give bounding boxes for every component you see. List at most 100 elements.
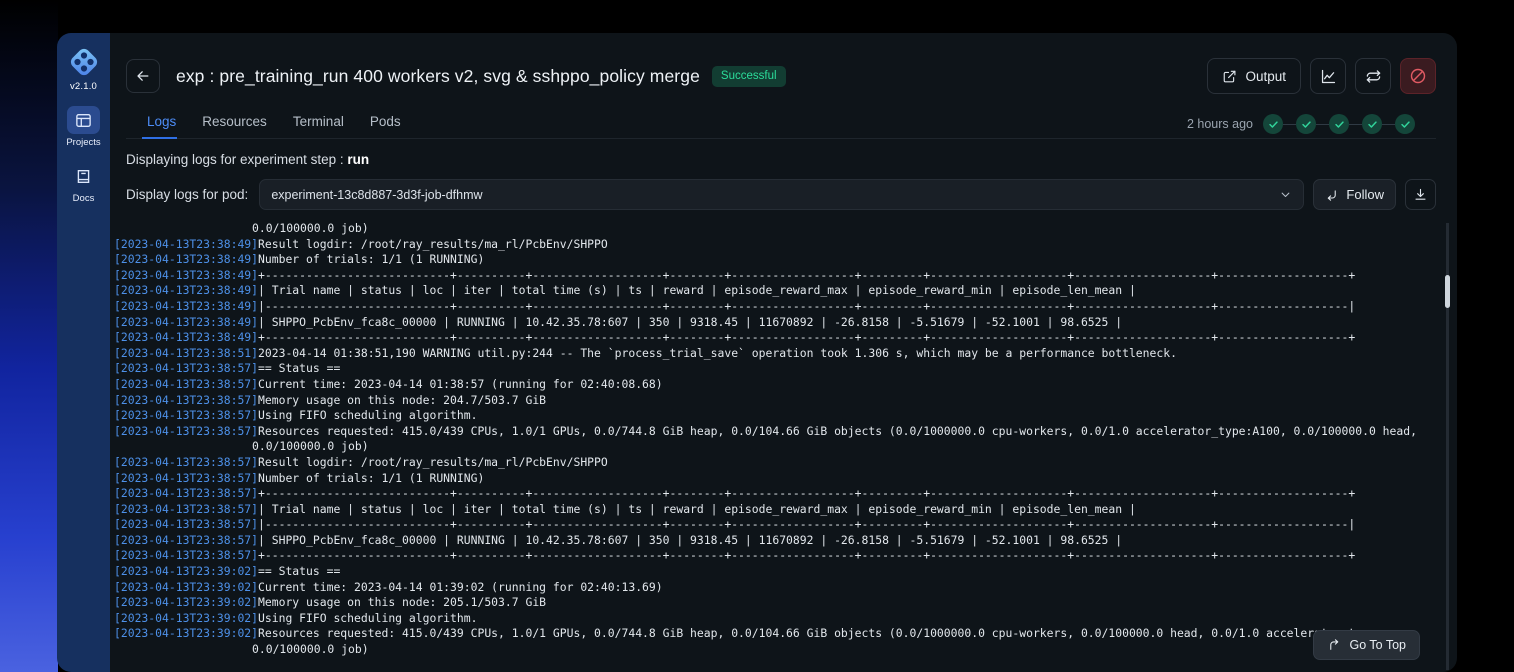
log-message: | Trial name | status | loc | iter | tot… [258,283,1136,298]
log-message: |---------------------------+----------+… [258,517,1356,532]
stop-button[interactable] [1400,58,1436,94]
sidebar-item-projects-label: Projects [66,137,101,148]
log-scrollbar-thumb[interactable] [1445,275,1450,308]
app-logo: v2.1.0 [68,46,100,92]
diamond-cluster-logo-icon [70,48,97,76]
log-message: Number of trials: 1/1 (1 RUNNING) [258,470,485,485]
log-timestamp: [2023-04-13T23:38:49] [114,298,259,313]
log-line: [2023-04-13T23:38:57] Current time: 2023-… [110,377,1443,393]
tab-bar: Logs Resources Terminal Pods 2 hours ago [126,101,1436,139]
check-icon [1301,120,1311,128]
download-logs-button[interactable] [1405,179,1436,210]
back-button[interactable] [126,59,160,93]
log-line: [2023-04-13T23:38:57] Result logdir: /roo… [110,455,1443,471]
log-message: +---------------------------+----------+… [258,548,1356,563]
log-timestamp: [2023-04-13T23:38:57] [114,470,259,485]
follow-arrow-icon [1328,189,1337,201]
arrow-up-curve-icon [1330,639,1339,650]
pod-selector-row: Display logs for pod: experiment-13c8d88… [126,179,1436,210]
refresh-icon [1366,69,1380,83]
header-actions: Output [1207,58,1436,94]
step-timeline [1263,114,1415,134]
page-title: exp : pre_training_run 400 workers v2, s… [176,65,700,86]
tab-logs[interactable]: Logs [142,114,189,139]
line-chart-icon [1321,69,1335,83]
log-timestamp: [2023-04-13T23:38:57] [114,361,259,376]
step-indicator[interactable] [1362,114,1382,134]
sidebar-item-docs[interactable]: Docs [64,162,104,204]
tab-terminal[interactable]: Terminal [280,114,357,138]
log-message: Result logdir: /root/ray_results/ma_rl/P… [258,236,608,251]
log-timestamp: [2023-04-13T23:38:57] [114,423,259,438]
tabs: Logs Resources Terminal Pods [142,114,414,139]
log-line: [2023-04-13T23:38:57] Resources requested… [110,424,1443,440]
log-message: == Status == [258,564,341,579]
log-timestamp: [2023-04-13T23:38:57] [114,486,259,501]
step-indicator[interactable] [1329,114,1349,134]
sidebar-item-projects[interactable]: Projects [64,106,104,148]
external-link-icon [1224,70,1236,82]
log-line: [2023-04-13T23:38:49] Number of trials: 1… [110,252,1443,268]
check-icon [1400,120,1410,128]
log-message: Resources requested: 415.0/439 CPUs, 1.0… [258,423,1417,438]
log-message: Current time: 2023-04-14 01:38:57 (runni… [258,376,663,391]
log-message: Resources requested: 415.0/439 CPUs, 1.0… [258,626,1356,641]
log-line: [2023-04-13T23:38:49] | SHPPO_PcbEnv_fca8… [110,315,1443,331]
pod-select-value: experiment-13c8d887-3d3f-job-dfhmw [271,187,483,202]
log-line: [2023-04-13T23:38:49] +------------------… [110,330,1443,346]
log-timestamp: [2023-04-13T23:38:51] [114,345,259,360]
log-message: Memory usage on this node: 204.7/503.7 G… [258,392,547,407]
tab-pods[interactable]: Pods [357,114,414,138]
no-entry-icon [1410,68,1426,84]
log-line: 0.0/100000.0 job) [110,221,1443,237]
follow-button[interactable]: Follow [1313,179,1396,210]
refresh-button[interactable] [1355,58,1391,94]
log-timestamp: [2023-04-13T23:38:57] [114,548,259,563]
log-line: [2023-04-13T23:38:49] Result logdir: /roo… [110,237,1443,253]
log-line: [2023-04-13T23:38:57] |------------------… [110,517,1443,533]
log-lines: 0.0/100000.0 job) [2023-04-13T23:38:49] Re… [110,221,1443,672]
log-line: 0.0/100000.0 job) [110,439,1443,455]
log-viewport[interactable]: 0.0/100000.0 job) [2023-04-13T23:38:49] Re… [110,221,1457,672]
log-timestamp: [2023-04-13T23:38:49] [114,252,259,267]
metrics-button[interactable] [1310,58,1346,94]
log-line: [2023-04-13T23:39:02] Resources requested… [110,626,1443,642]
output-button[interactable]: Output [1207,58,1301,94]
step-connector [1316,123,1329,125]
layout-panel-icon [67,106,100,134]
step-indicator[interactable] [1395,114,1415,134]
tab-resources[interactable]: Resources [189,114,280,138]
log-line: [2023-04-13T23:39:02] Memory usage on thi… [110,595,1443,611]
log-timestamp: [2023-04-13T23:38:57] [114,501,259,516]
log-timestamp: [2023-04-13T23:39:02] [114,579,259,594]
pod-selector-label: Display logs for pod: [126,187,249,202]
sidebar-item-docs-label: Docs [72,193,95,204]
log-message: +---------------------------+----------+… [258,267,1356,282]
app-version: v2.1.0 [69,81,98,92]
log-message: Number of trials: 1/1 (1 RUNNING) [258,252,485,267]
log-line: [2023-04-13T23:38:49] | Trial name | stat… [110,283,1443,299]
log-timestamp: [2023-04-13T23:39:02] [114,564,259,579]
log-message: +---------------------------+----------+… [258,486,1356,501]
output-button-label: Output [1245,68,1286,84]
follow-button-label: Follow [1346,187,1384,202]
log-line: [2023-04-13T23:38:49] |------------------… [110,299,1443,315]
step-indicator[interactable] [1263,114,1283,134]
log-timestamp: [2023-04-13T23:38:57] [114,517,259,532]
log-message: 2023-04-14 01:38:51,190 WARNING util.py:… [258,345,1177,360]
log-timestamp: [2023-04-13T23:38:49] [114,267,259,282]
log-message: Using FIFO scheduling algorithm. [258,610,478,625]
chevron-down-icon [1282,192,1290,197]
pod-select[interactable]: experiment-13c8d887-3d3f-job-dfhmw [259,179,1305,210]
check-icon [1334,120,1344,128]
log-message: Result logdir: /root/ray_results/ma_rl/P… [258,454,608,469]
go-to-top-button[interactable]: Go To Top [1313,630,1420,660]
log-timestamp: [2023-04-13T23:39:02] [114,626,259,641]
log-timestamp: [2023-04-13T23:38:49] [114,236,259,251]
log-line: [2023-04-13T23:38:49] +------------------… [110,268,1443,284]
page-header: exp : pre_training_run 400 workers v2, s… [110,33,1457,101]
step-indicator[interactable] [1296,114,1316,134]
log-timestamp: [2023-04-13T23:38:57] [114,392,259,407]
sidebar: v2.1.0 Projects Docs [57,33,110,672]
experiment-step-prefix: Displaying logs for experiment step : [126,152,344,167]
